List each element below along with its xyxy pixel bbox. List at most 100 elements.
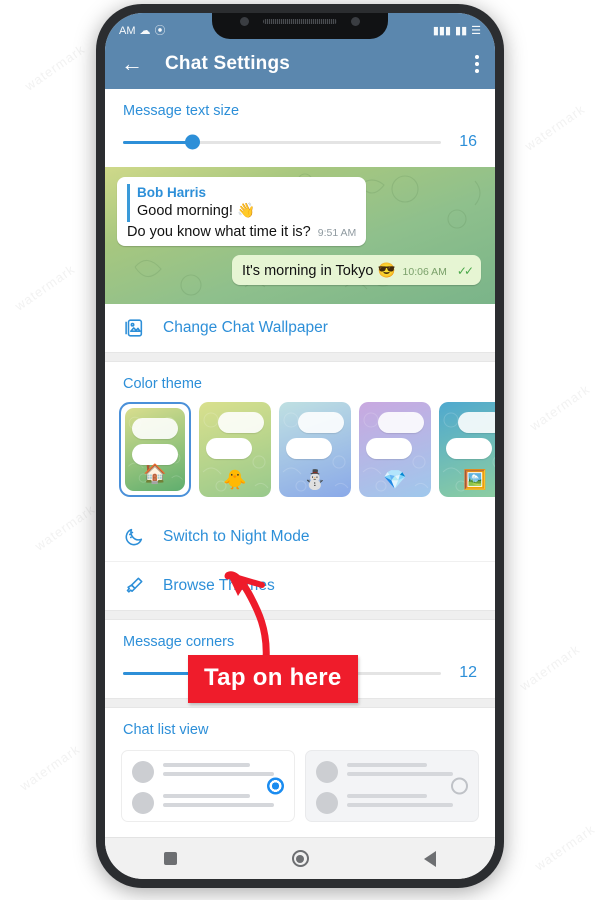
slider-thumb[interactable] <box>185 134 201 150</box>
message-corners-slider-row: 12 <box>105 660 495 698</box>
outgoing-timestamp: 10:06 AM <box>402 265 447 278</box>
message-text-size-section: Message text size 16 <box>105 89 495 167</box>
message-text-size-slider[interactable] <box>123 134 441 150</box>
moon-icon <box>123 526 145 548</box>
more-vertical-icon[interactable] <box>475 55 479 73</box>
incoming-timestamp: 9:51 AM <box>317 226 357 239</box>
wallpaper-section: Change Chat Wallpaper <box>105 304 495 352</box>
list-item <box>316 761 468 783</box>
watermark: watermark <box>516 641 583 694</box>
chat-list-view-options[interactable] <box>105 748 495 837</box>
blue-snowman-theme[interactable]: ⛄ <box>279 402 351 497</box>
text-lines <box>347 761 468 781</box>
list-item <box>132 792 284 814</box>
alarm-icon: ⦿ <box>154 25 166 37</box>
color-theme-section: Color theme 🏠 🐥 ⛄ 💎 🖼️ <box>105 362 495 513</box>
signal-icon: ▮▮▮ <box>432 25 452 37</box>
status-bar-right: ▮▮▮ ▮▮ ☰ <box>433 25 481 38</box>
square-recents-icon[interactable] <box>159 848 181 870</box>
avatar <box>132 761 154 783</box>
wifi-icon: ▮▮ <box>455 25 468 37</box>
swatch-bubble-out <box>218 412 264 433</box>
swatch-bubble-in <box>366 438 412 459</box>
reply-author: Bob Harris <box>137 185 207 200</box>
swatch-bubble-in <box>132 444 178 465</box>
section-divider <box>105 352 495 362</box>
theme-actions-section: Switch to Night Mode Browse Themes <box>105 513 495 610</box>
message-text-size-label: Message text size <box>123 103 240 119</box>
browse-themes-label: Browse Themes <box>163 577 275 594</box>
swatch-emoji: 🖼️ <box>463 470 487 491</box>
list-item <box>316 792 468 814</box>
front-camera-icon <box>240 16 249 26</box>
earpiece-speaker <box>263 18 337 24</box>
avatar <box>316 761 338 783</box>
chat-list-view-section: Chat list view <box>105 708 495 837</box>
cloud-icon: ☁ <box>139 25 151 37</box>
swatch-bubble-out <box>458 412 495 433</box>
reply-text: Good morning! 👋 <box>137 203 255 220</box>
swatch-bubble-out <box>298 412 344 433</box>
android-nav-bar <box>105 837 495 879</box>
watermark: watermark <box>16 741 83 794</box>
yellow-chick-theme[interactable]: 🐥 <box>199 402 271 497</box>
purple-gem-theme[interactable]: 💎 <box>359 402 431 497</box>
avatar <box>132 792 154 814</box>
text-lines <box>163 792 284 812</box>
swatch-emoji: 🐥 <box>223 470 247 491</box>
triangle-back-icon[interactable] <box>419 848 441 870</box>
message-corners-slider[interactable] <box>123 665 441 681</box>
watermark: watermark <box>21 41 88 94</box>
page-title: Chat Settings <box>165 53 291 74</box>
settings-list[interactable]: Message text size 16 Bob Harris Good mor… <box>105 89 495 837</box>
back-arrow-icon[interactable]: ← <box>119 51 145 77</box>
section-divider <box>105 698 495 708</box>
watermark: watermark <box>11 261 78 314</box>
paint-brush-icon <box>123 575 145 597</box>
message-corners-label: Message corners <box>123 634 235 650</box>
watermark: watermark <box>526 381 593 434</box>
browse-themes-row[interactable]: Browse Themes <box>105 561 495 610</box>
swatch-bubble-in <box>206 438 252 459</box>
swatch-emoji: 🏠 <box>143 464 167 485</box>
incoming-message-text: Do you know what time it is? <box>127 223 311 240</box>
color-theme-swatch-list[interactable]: 🏠 🐥 ⛄ 💎 🖼️ <box>105 402 495 513</box>
circle-home-icon[interactable] <box>289 848 311 870</box>
status-time: AM <box>119 25 136 37</box>
color-theme-label: Color theme <box>123 376 202 392</box>
battery-icon: ☰ <box>471 25 481 37</box>
watermark: watermark <box>531 821 598 874</box>
secondary-camera-icon <box>351 16 360 26</box>
outgoing-message-bubble: It's morning in Tokyo 😎 10:06 AM ✓✓ <box>231 254 481 285</box>
avatar <box>316 792 338 814</box>
switch-to-night-mode-row[interactable]: Switch to Night Mode <box>105 513 495 561</box>
slider-fill <box>123 140 193 144</box>
camera-notch <box>212 13 388 39</box>
change-chat-wallpaper-row[interactable]: Change Chat Wallpaper <box>105 304 495 352</box>
compact-list-option[interactable] <box>121 750 295 822</box>
message-text-size-slider-row: 16 <box>105 129 495 167</box>
expanded-list-option[interactable] <box>305 750 479 822</box>
double-check-icon: ✓✓ <box>456 263 474 278</box>
incoming-message-bubble: Bob Harris Good morning! 👋 Do you know w… <box>117 177 367 246</box>
teal-artist-theme[interactable]: 🖼️ <box>439 402 495 497</box>
slider-fill <box>123 671 346 675</box>
status-bar-left: AM ☁ ⦿ <box>119 25 166 38</box>
expanded-list-radio[interactable] <box>451 777 468 795</box>
watermark: watermark <box>521 101 588 154</box>
status-bar: AM ☁ ⦿ ▮▮▮ ▮▮ ☰ <box>105 13 495 39</box>
swatch-emoji: ⛄ <box>303 470 327 491</box>
page-root: watermark watermark watermark watermark … <box>0 0 600 900</box>
green-house-theme[interactable]: 🏠 <box>119 402 191 497</box>
change-chat-wallpaper-label: Change Chat Wallpaper <box>163 319 328 336</box>
message-corners-value: 12 <box>459 664 477 681</box>
text-lines <box>347 792 468 812</box>
phone-screen: AM ☁ ⦿ ▮▮▮ ▮▮ ☰ ← Chat Settings Message … <box>105 13 495 879</box>
swatch-bubble-in <box>286 438 332 459</box>
section-divider <box>105 610 495 620</box>
compact-list-radio[interactable] <box>267 777 284 795</box>
slider-thumb[interactable] <box>338 665 354 681</box>
swatch-bubble-out <box>378 412 424 433</box>
incoming-message-line: Do you know what time it is? 9:51 AM <box>127 224 356 240</box>
text-lines <box>163 761 284 781</box>
